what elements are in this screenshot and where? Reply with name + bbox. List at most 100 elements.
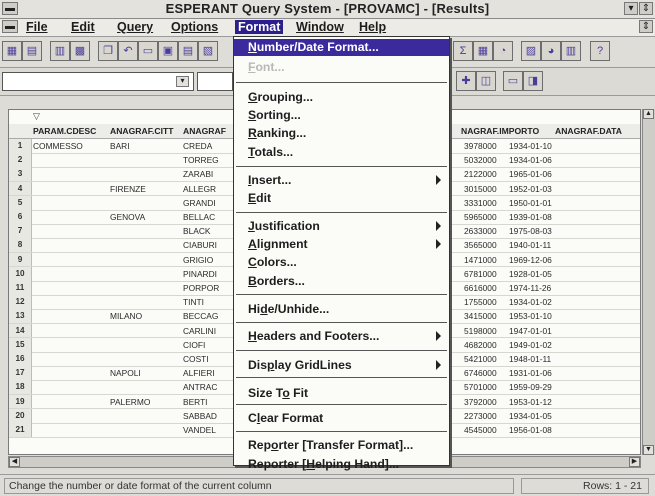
row-number[interactable]: 1	[9, 139, 32, 153]
menu-item-label: Totals...	[248, 145, 293, 159]
menu-window[interactable]: Window	[293, 20, 347, 34]
split-icon[interactable]: ◨	[523, 71, 543, 91]
new-query-icon[interactable]: ▦	[2, 41, 22, 61]
restore-icon[interactable]: ⇕	[639, 20, 653, 33]
menu-item-label-rest: orders...	[256, 274, 305, 288]
row-number[interactable]: 19	[9, 394, 32, 409]
format-menu-item-edit[interactable]: Edit	[234, 190, 449, 207]
cell-citta: PALERMO	[110, 396, 151, 407]
value-input[interactable]	[197, 72, 233, 91]
col-header-anagraf[interactable]: ANAGRAF	[183, 126, 226, 136]
document-menu-icon[interactable]: ▬	[2, 20, 18, 33]
print-icon[interactable]: ▤	[178, 41, 198, 61]
menu-edit[interactable]: Edit	[68, 20, 98, 34]
format-menu-item-grouping[interactable]: Grouping...	[234, 89, 449, 106]
copy-icon[interactable]: ❐	[98, 41, 118, 61]
format-menu-item-headers-footers[interactable]: Headers and Footers...	[234, 328, 449, 345]
scroll-right-icon[interactable]: ▶	[629, 457, 640, 467]
menu-options[interactable]: Options	[168, 20, 221, 34]
row-number[interactable]: 6	[9, 210, 32, 224]
table-icon[interactable]: ▥	[50, 41, 70, 61]
col-header-data[interactable]: ANAGRAF.DATA	[555, 126, 622, 136]
minimize-icon[interactable]: ▾	[624, 2, 638, 15]
help-icon-glyph: ?	[596, 45, 604, 57]
row-number[interactable]: 11	[9, 281, 32, 295]
format-menu-item-hide-unhide[interactable]: Hide/Unhide...	[234, 301, 449, 318]
cell-importo: 5421000	[464, 354, 497, 364]
save-icon[interactable]: ▣	[158, 41, 178, 61]
maximize-icon[interactable]: ⇕	[639, 2, 653, 15]
format-menu-item-borders[interactable]: Borders...	[234, 273, 449, 290]
menu-item-label-rest: otals...	[254, 145, 294, 159]
scroll-up-icon[interactable]: ▲	[643, 109, 654, 119]
filter-icon[interactable]: ◫	[476, 71, 496, 91]
row-number[interactable]: 5	[9, 195, 32, 210]
format-menu-item-display-gridlines[interactable]: Display GridLines	[234, 357, 449, 374]
row-number[interactable]: 3	[9, 167, 32, 182]
format-menu-item-sorting[interactable]: Sorting...	[234, 107, 449, 124]
bar-chart-icon[interactable]: ▥	[561, 41, 581, 61]
row-number[interactable]: 4	[9, 181, 32, 196]
open-query-icon[interactable]: ▤	[22, 41, 42, 61]
sum-icon[interactable]: Σ	[453, 41, 473, 61]
results-icon[interactable]: ▩	[70, 41, 90, 61]
row-number[interactable]: 14	[9, 323, 32, 338]
row-number[interactable]: 7	[9, 224, 32, 238]
row-number[interactable]: 12	[9, 295, 32, 309]
row-number[interactable]: 2	[9, 153, 32, 167]
cell-anagraf: ANTRAC	[183, 382, 218, 393]
plus-icon[interactable]: ✚	[456, 71, 476, 91]
col-header-importo[interactable]: NAGRAF.IMPORTO	[461, 126, 539, 136]
chart-icon[interactable]: ▦	[473, 41, 493, 61]
cell-anagraf: SABBAD	[183, 410, 217, 421]
cell-data: 1948-01-11	[509, 354, 552, 364]
pie-chart-icon[interactable]: ◕	[541, 41, 561, 61]
format-menu-item-alignment[interactable]: Alignment	[234, 236, 449, 253]
row-number[interactable]: 8	[9, 238, 32, 253]
frame-icon[interactable]: ▭	[503, 71, 523, 91]
cell-importo: 3565000	[464, 240, 497, 251]
help-icon[interactable]: ?	[590, 41, 610, 61]
vertical-scrollbar[interactable]: ▲ ▼	[642, 109, 655, 455]
menu-format[interactable]: Format	[235, 20, 284, 34]
row-number[interactable]: 16	[9, 352, 32, 366]
scroll-down-icon[interactable]: ▼	[643, 445, 654, 455]
row-number[interactable]: 9	[9, 252, 32, 267]
field-selector-input[interactable]	[2, 72, 194, 91]
menu-help[interactable]: Help	[356, 20, 389, 34]
format-menu-item-totals[interactable]: Totals...	[234, 144, 449, 161]
row-number[interactable]: 17	[9, 366, 32, 380]
menu-file[interactable]: File	[23, 20, 51, 34]
preview-icon[interactable]: ▧	[198, 41, 218, 61]
format-menu-item-reporter-transfer[interactable]: Reporter [Transfer Format]...	[234, 437, 449, 454]
format-menu-item-insert[interactable]: Insert...	[234, 172, 449, 189]
menu-query[interactable]: Query	[114, 20, 156, 34]
col-header-citta[interactable]: ANAGRAF.CITT	[110, 126, 174, 136]
menu-item-accelerator: E	[248, 191, 257, 205]
menu-item-label-rest: lignment	[256, 237, 308, 251]
palette-icon[interactable]: ◔	[493, 41, 513, 61]
undo-icon[interactable]: ↶	[118, 41, 138, 61]
col-header-desc[interactable]: PARAM.CDESC	[33, 126, 96, 136]
format-menu-item-number-date[interactable]: Number/Date Format...	[234, 39, 449, 56]
row-number[interactable]: 21	[9, 423, 32, 437]
menu-edit-label: Edit	[71, 20, 95, 34]
cell-importo: 4545000	[464, 425, 497, 435]
format-menu-item-ranking[interactable]: Ranking...	[234, 125, 449, 142]
status-bar: Change the number or date format of the …	[0, 474, 655, 496]
format-menu-item-justification[interactable]: Justification	[234, 218, 449, 235]
row-number[interactable]: 10	[9, 266, 32, 281]
row-number[interactable]: 18	[9, 380, 32, 395]
graph-icon[interactable]: ▨	[521, 41, 541, 61]
format-menu-item-colors[interactable]: Colors...	[234, 254, 449, 271]
cell-data: 1949-01-02	[509, 339, 552, 350]
format-menu-item-reporter-helping[interactable]: Reporter [Helping Hand]...	[234, 456, 449, 473]
row-number[interactable]: 20	[9, 408, 32, 423]
format-menu-item-clear-format[interactable]: Clear Format	[234, 410, 449, 427]
field-selector-dropdown-icon[interactable]: ▾	[176, 76, 189, 87]
scroll-left-icon[interactable]: ◀	[9, 457, 20, 467]
open-folder-icon[interactable]: ▭	[138, 41, 158, 61]
format-menu-item-size-to-fit[interactable]: Size To Fit	[234, 385, 449, 402]
row-number[interactable]: 13	[9, 309, 32, 324]
row-number[interactable]: 15	[9, 337, 32, 352]
